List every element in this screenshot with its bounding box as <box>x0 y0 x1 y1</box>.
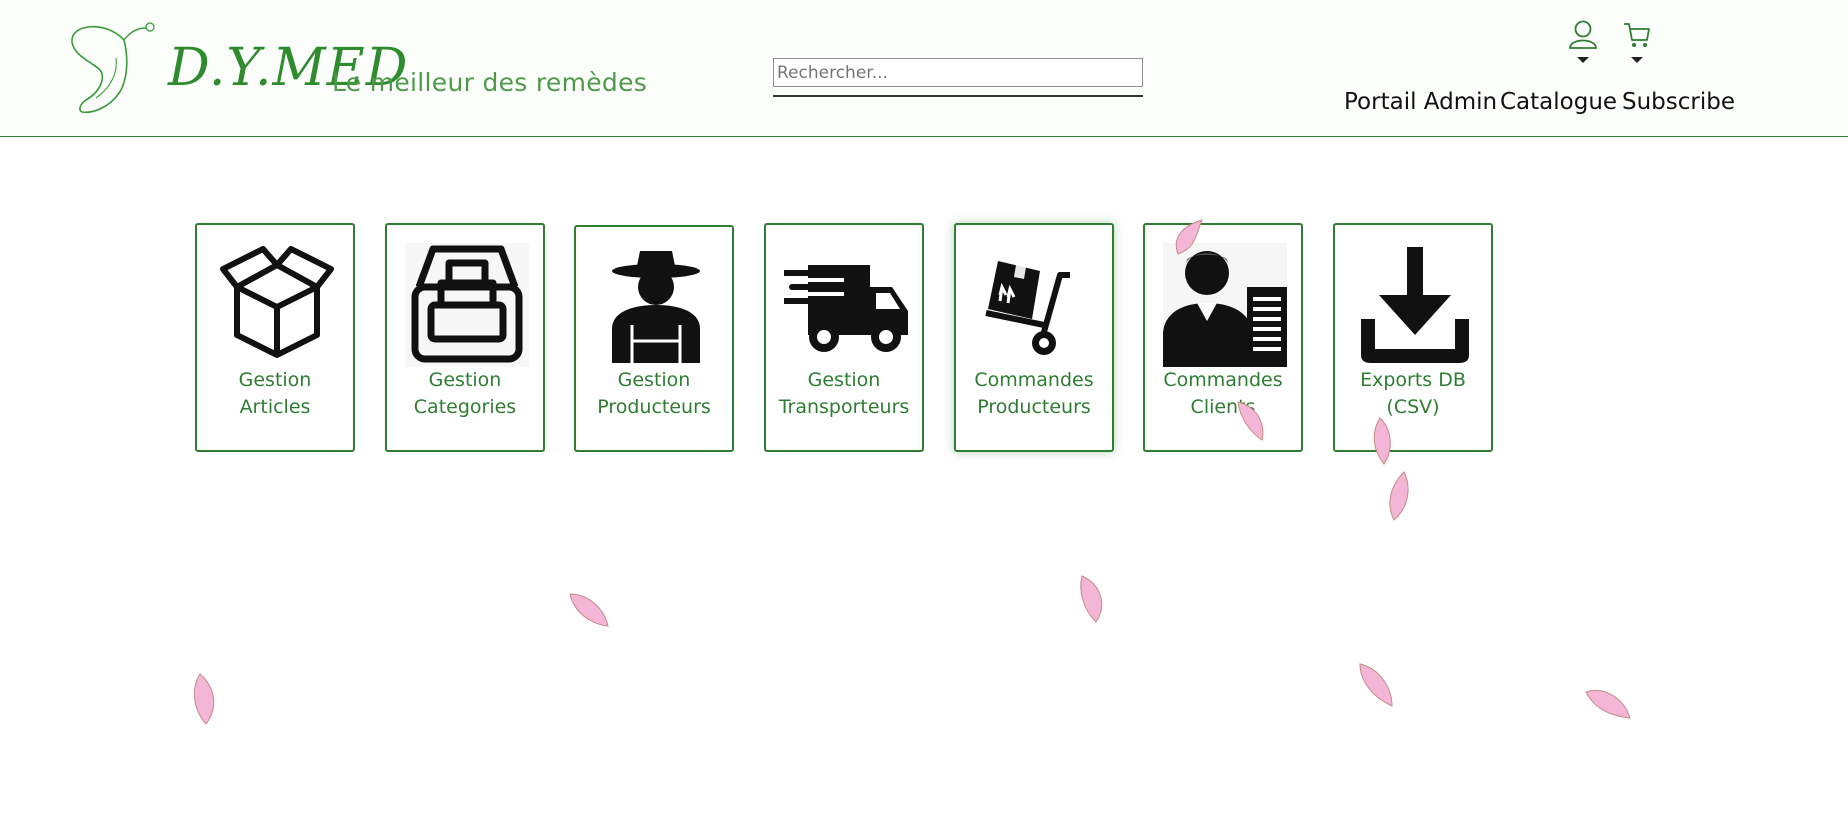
cart-menu-button[interactable] <box>1620 18 1654 66</box>
nav-link-subscribe[interactable]: Subscribe <box>1622 86 1735 118</box>
card-label-line2: Categories <box>413 396 517 418</box>
petal-decoration <box>569 593 609 627</box>
petal-decoration <box>1585 690 1631 719</box>
card-label-line1: Gestion <box>807 369 881 391</box>
search-input[interactable] <box>773 58 1143 87</box>
caret-down-icon <box>1577 57 1589 63</box>
download-icon <box>1361 247 1469 363</box>
user-menu-button[interactable] <box>1566 18 1600 66</box>
cart-icon <box>1624 23 1650 63</box>
nav-link-catalogue[interactable]: Catalogue <box>1500 86 1617 118</box>
card-label-line2: (CSV) <box>1386 396 1440 418</box>
card-label-line1: Commandes <box>974 369 1094 391</box>
delivery-truck-icon <box>784 265 908 352</box>
open-box-icon <box>220 246 334 358</box>
card-label-line2: Producteurs <box>977 396 1091 418</box>
card-gestion-producteurs[interactable]: Gestion Producteurs <box>574 225 734 452</box>
card-label-line2: Articles <box>239 396 311 418</box>
caret-down-icon <box>1631 57 1643 63</box>
archive-tray-icon <box>405 243 529 367</box>
card-label-line2: Producteurs <box>597 396 711 418</box>
card-exports-db-csv[interactable]: Exports DB (CSV) <box>1333 223 1493 452</box>
card-label-line1: Gestion <box>617 369 691 391</box>
card-label-line2: Transporteurs <box>778 396 910 418</box>
card-label-line1: Gestion <box>428 369 502 391</box>
petal-decoration <box>1175 219 1203 255</box>
hand-truck-icon <box>985 261 1070 355</box>
brand-tagline: Le meilleur des remèdes <box>332 68 648 97</box>
card-gestion-categories[interactable]: Gestion Categories <box>385 223 545 452</box>
site-header: D.Y.MED Le meilleur des remèdes Portail … <box>0 0 1848 137</box>
petal-decoration <box>1080 575 1103 623</box>
petal-decoration <box>1237 401 1264 441</box>
petal-decoration <box>1373 417 1391 465</box>
nav-link-portail-admin[interactable]: Portail Admin <box>1344 86 1497 118</box>
card-commandes-producteurs[interactable]: Commandes Producteurs <box>954 223 1114 452</box>
client-list-icon <box>1163 243 1287 367</box>
card-commandes-clients[interactable]: Commandes Clients <box>1143 223 1303 452</box>
petal-decoration <box>1359 663 1393 707</box>
user-icon <box>1569 20 1597 63</box>
card-gestion-transporteurs[interactable]: Gestion Transporteurs <box>764 223 924 452</box>
card-gestion-articles[interactable]: Gestion Articles <box>195 223 355 452</box>
card-label-line1: Gestion <box>238 369 312 391</box>
farmer-icon <box>612 251 700 363</box>
petal-decoration <box>1389 471 1409 521</box>
search-underline <box>773 95 1143 97</box>
petal-decoration <box>193 673 215 725</box>
logo-leaf-icon <box>71 22 155 113</box>
card-label-line1: Commandes <box>1163 369 1283 391</box>
card-label-line1: Exports DB <box>1360 369 1466 391</box>
